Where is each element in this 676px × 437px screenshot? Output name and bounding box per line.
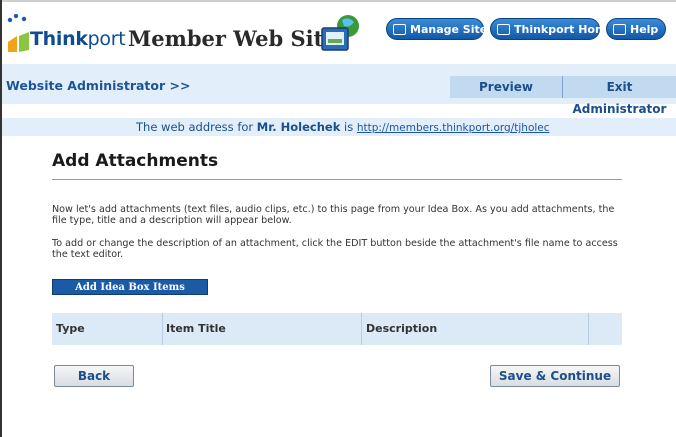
address-prefix: The web address for (136, 120, 254, 134)
thinkport-home-label: Thinkport Home (514, 23, 614, 36)
help-icon (613, 24, 626, 35)
tab-exit-administrator[interactable]: Exit Administrator (563, 76, 676, 116)
column-description: Description (366, 322, 438, 335)
web-address-strip: The web address for Mr. Holechek is http… (0, 118, 676, 136)
address-url-link[interactable]: http://members.thinkport.org/tjholec (357, 122, 550, 134)
edit-paragraph: To add or change the description of an a… (52, 238, 618, 260)
column-separator (162, 313, 163, 345)
manage-site-label: Manage Site (410, 23, 488, 36)
attachments-table-header (52, 313, 622, 345)
back-button[interactable]: Back (54, 365, 134, 387)
column-separator (361, 313, 362, 345)
page: Thinkport Member Web Site Manage Site Th… (0, 0, 676, 437)
page-title: Add Attachments (52, 151, 219, 171)
site-title: Member Web Site (128, 26, 337, 51)
site-header: Thinkport Member Web Site Manage Site Th… (0, 2, 676, 64)
window-icon (393, 24, 406, 35)
thinkport-logo[interactable]: Thinkport (30, 28, 126, 50)
admin-title[interactable]: Website Administrator >> (6, 78, 190, 93)
intro-paragraph: Now let's add attachments (text files, a… (52, 204, 615, 226)
help-button[interactable]: Help (606, 18, 666, 40)
column-item-title: Item Title (166, 322, 226, 335)
globe-computer-icon (321, 15, 359, 51)
tab-preview[interactable]: Preview (450, 76, 562, 98)
add-idea-box-items-button[interactable]: Add Idea Box Items (52, 279, 208, 295)
column-type: Type (56, 322, 85, 335)
help-label: Help (630, 23, 659, 36)
home-icon (497, 24, 510, 35)
column-separator (588, 313, 589, 345)
thinkport-home-button[interactable]: Thinkport Home (490, 18, 614, 40)
address-name: Mr. Holechek (256, 120, 341, 134)
manage-site-button[interactable]: Manage Site (386, 18, 488, 40)
logo-think: Think (30, 28, 88, 50)
address-is: is (344, 120, 354, 134)
save-continue-button[interactable]: Save & Continue (490, 365, 620, 387)
logo-port: port (87, 28, 126, 50)
title-divider (52, 179, 622, 180)
window-left-edge (0, 0, 2, 437)
